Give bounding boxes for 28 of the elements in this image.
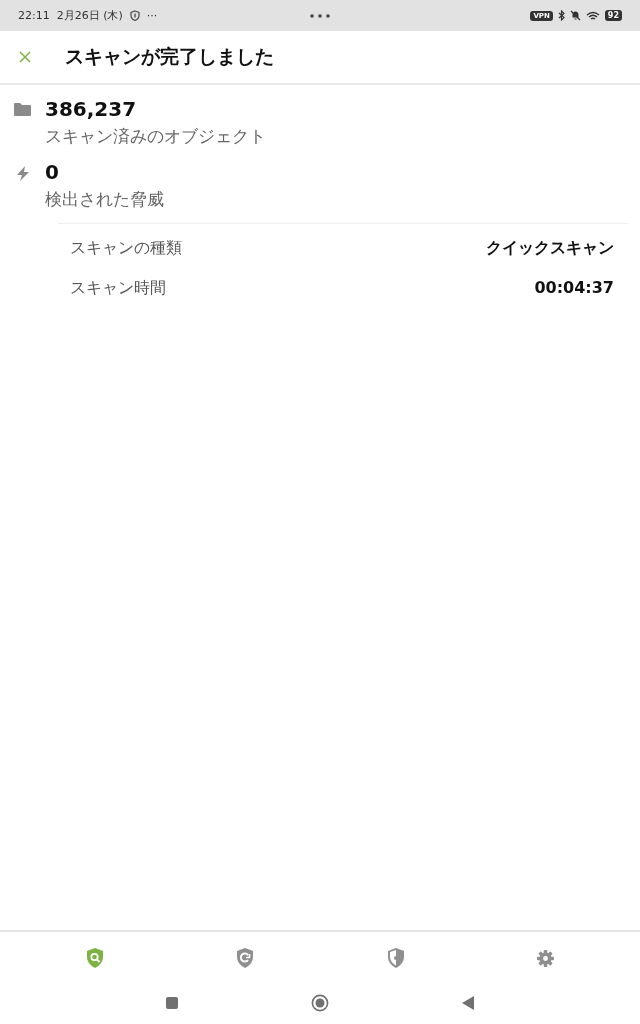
shield-puzzle-icon [386, 948, 405, 968]
detail-value: 00:04:37 [534, 278, 614, 299]
shield-icon [129, 10, 140, 21]
home-icon[interactable] [311, 994, 329, 1012]
status-time: 22:11 [18, 9, 50, 22]
more-icon [310, 13, 330, 18]
stat-label: 検出された脅威 [45, 188, 164, 211]
detail-label: スキャンの種類 [70, 238, 182, 259]
detail-label: スキャン時間 [70, 278, 166, 299]
recents-icon[interactable] [166, 997, 178, 1009]
shield-refresh-icon [236, 948, 255, 968]
settings-icon [536, 949, 554, 967]
shield-search-icon [86, 948, 105, 968]
screen-title: スキャンが完了しました [65, 44, 274, 69]
back-icon[interactable] [462, 996, 474, 1010]
muted-bell-icon [569, 10, 581, 21]
stat-value: 0 [45, 160, 60, 184]
more-notifications: ··· [146, 9, 158, 22]
detail-value: クイックスキャン [486, 238, 614, 259]
folder-icon [14, 103, 31, 116]
stat-value: 386,237 [45, 97, 138, 121]
battery-level: 92 [604, 10, 622, 21]
bluetooth-icon [557, 10, 565, 21]
status-date: 2月26日 (木) [56, 8, 123, 23]
wifi-icon [585, 10, 600, 21]
stat-label: スキャン済みのオブジェクト [45, 125, 266, 148]
lightning-icon [15, 166, 30, 181]
close-icon[interactable] [19, 51, 31, 63]
